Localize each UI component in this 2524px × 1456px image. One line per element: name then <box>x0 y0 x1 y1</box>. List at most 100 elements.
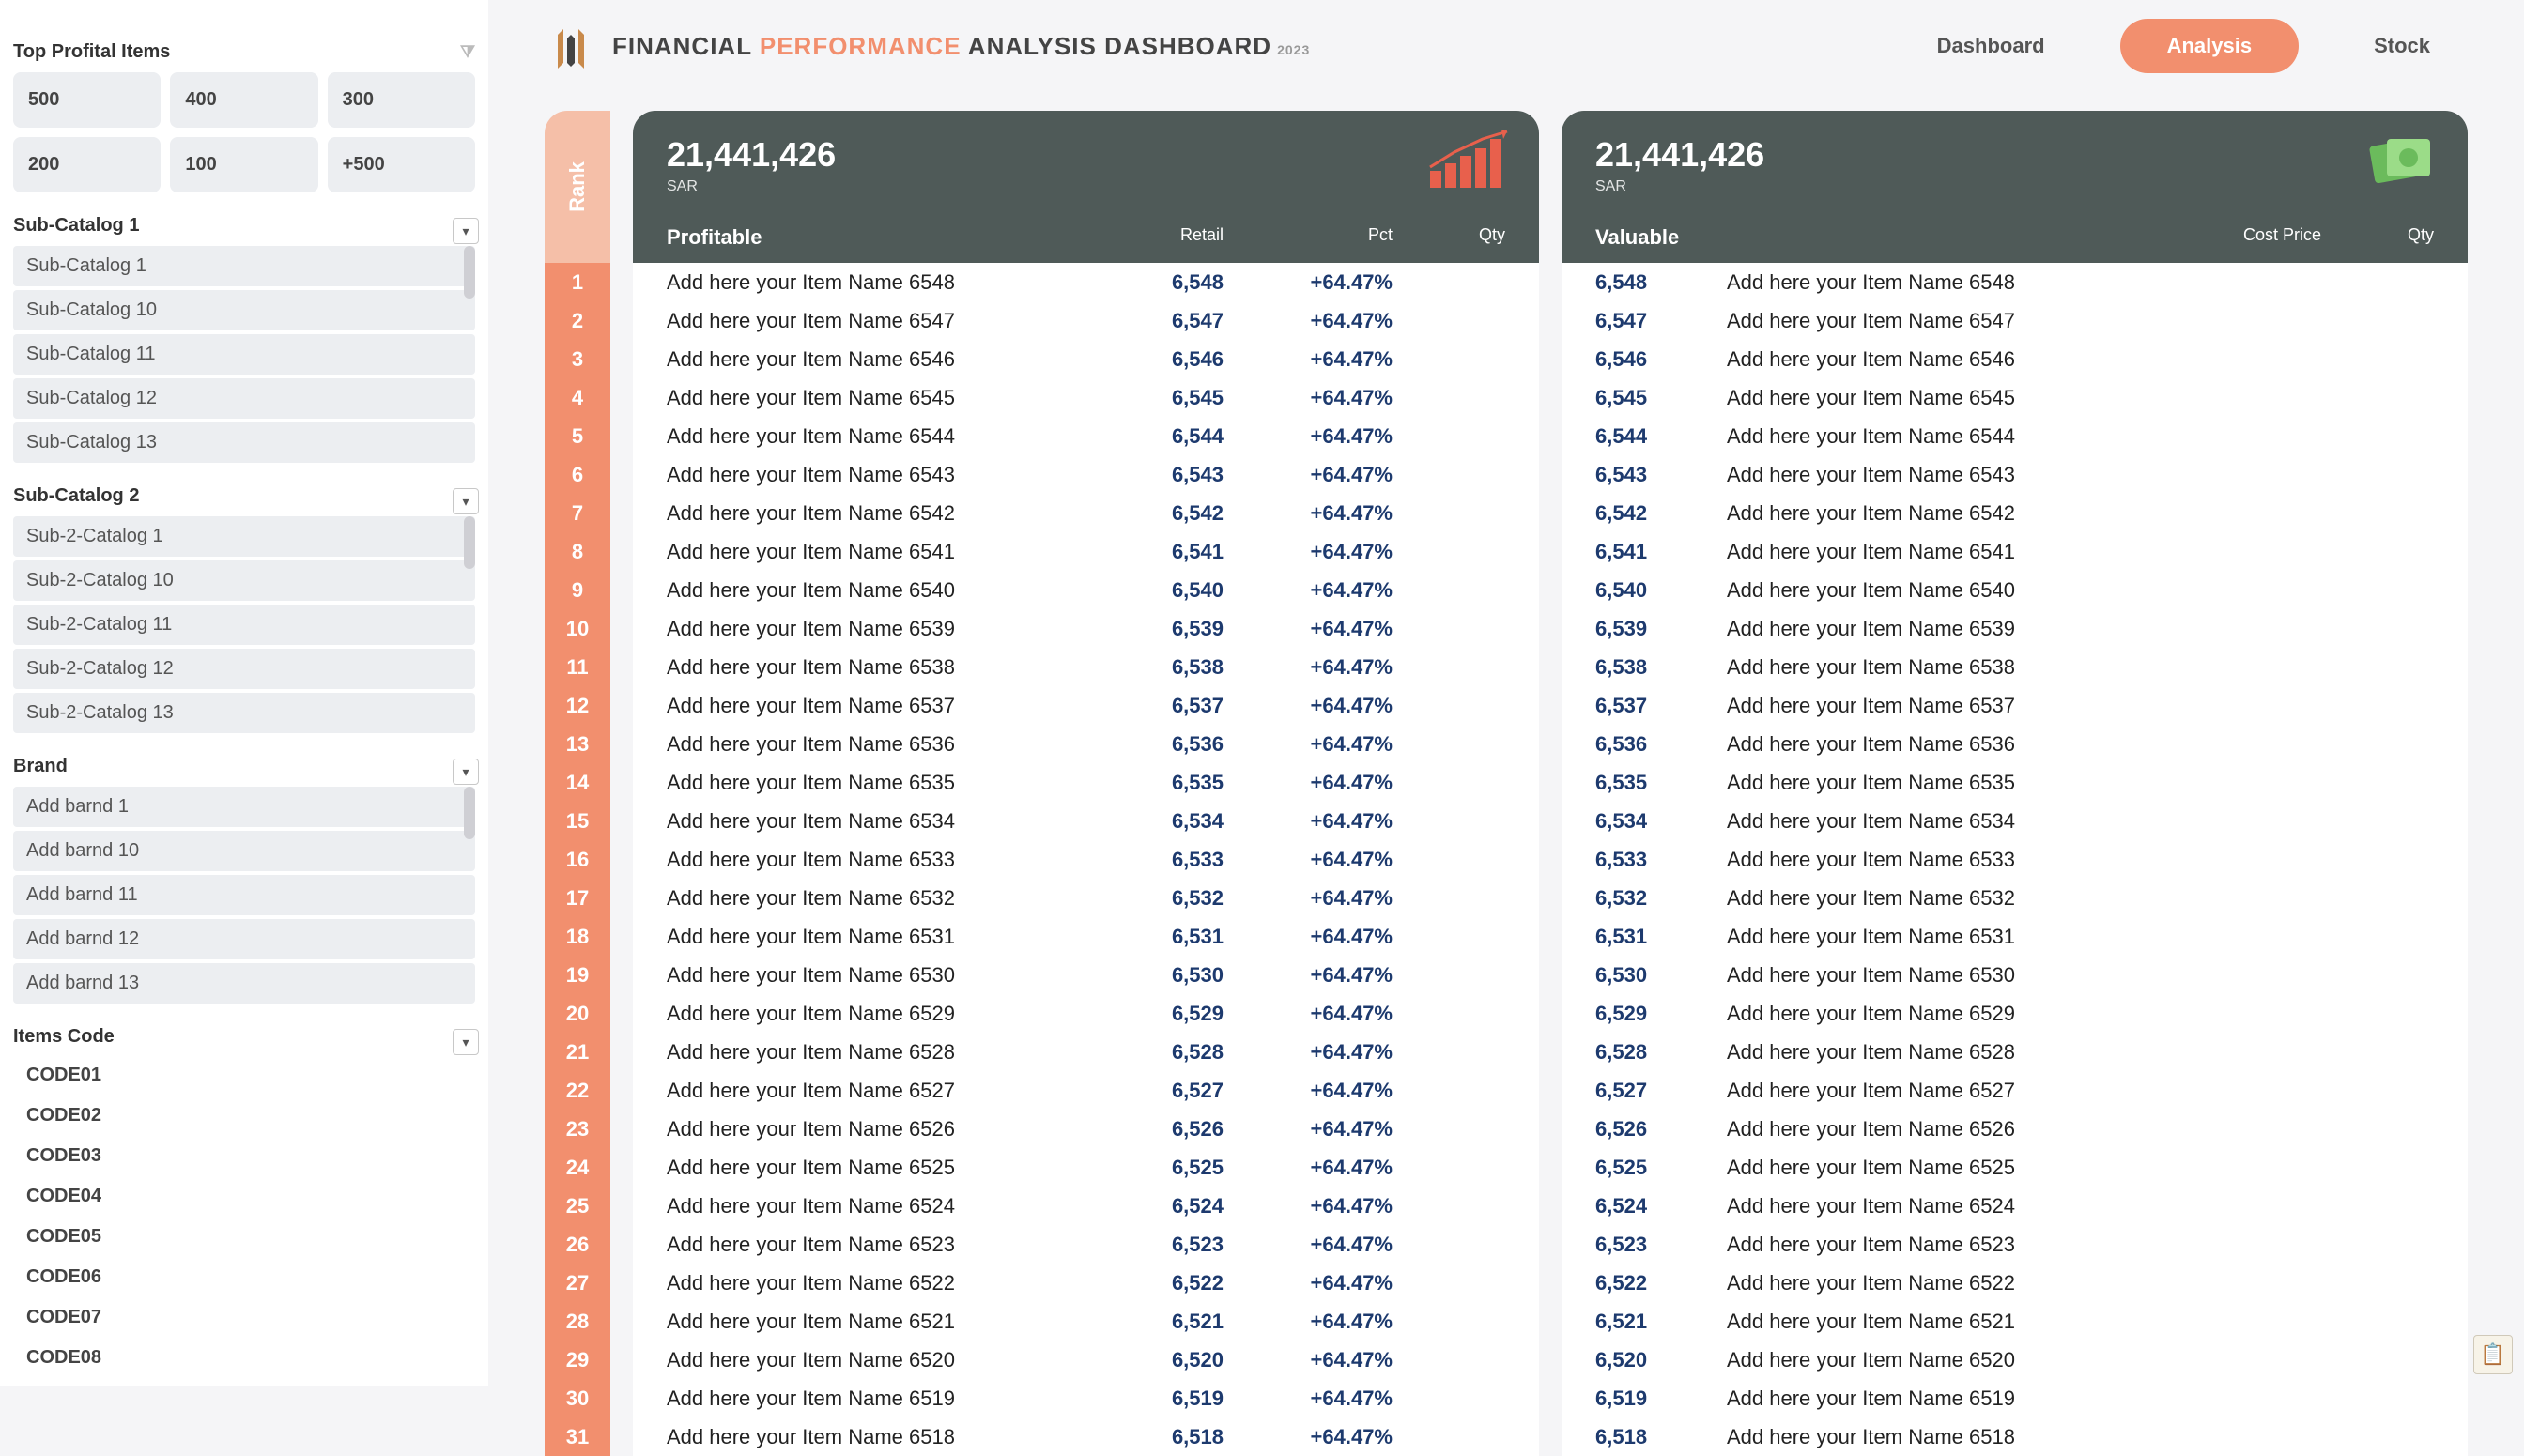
table-row[interactable]: Add here your Item Name 65446,544+64.47% <box>633 417 1539 455</box>
table-row[interactable]: Add here your Item Name 65476,547+64.47% <box>633 301 1539 340</box>
table-row[interactable]: 6,523Add here your Item Name 6523 <box>1562 1225 2468 1264</box>
sidebar-item[interactable]: Sub-Catalog 10 <box>13 290 475 330</box>
sidebar-item[interactable]: Sub-Catalog 13 <box>13 422 475 463</box>
sidebar-item[interactable]: Sub-Catalog 1 <box>13 246 475 286</box>
sidebar-item[interactable]: Add barnd 1 <box>13 787 475 827</box>
scrollbar-thumb[interactable] <box>464 516 475 569</box>
scrollbar-thumb[interactable] <box>464 787 475 839</box>
table-row[interactable]: Add here your Item Name 65236,523+64.47% <box>633 1225 1539 1264</box>
table-row[interactable]: Add here your Item Name 65416,541+64.47% <box>633 532 1539 571</box>
table-row[interactable]: 6,522Add here your Item Name 6522 <box>1562 1264 2468 1302</box>
table-row[interactable]: 6,542Add here your Item Name 6542 <box>1562 494 2468 532</box>
table-row[interactable]: Add here your Item Name 65316,531+64.47% <box>633 917 1539 956</box>
sidebar-item[interactable]: CODE07 <box>13 1299 475 1336</box>
table-row[interactable]: 6,520Add here your Item Name 6520 <box>1562 1341 2468 1379</box>
sidebar-item[interactable]: Add barnd 11 <box>13 875 475 915</box>
sidebar-item[interactable]: Sub-2-Catalog 13 <box>13 693 475 733</box>
table-row[interactable]: 6,536Add here your Item Name 6536 <box>1562 725 2468 763</box>
table-row[interactable]: 6,519Add here your Item Name 6519 <box>1562 1379 2468 1418</box>
table-row[interactable]: Add here your Item Name 65406,540+64.47% <box>633 571 1539 609</box>
sidebar-item[interactable]: CODE08 <box>13 1340 475 1376</box>
table-row[interactable]: 6,544Add here your Item Name 6544 <box>1562 417 2468 455</box>
table-row[interactable]: Add here your Item Name 65226,522+64.47% <box>633 1264 1539 1302</box>
sidebar-item[interactable]: CODE05 <box>13 1218 475 1255</box>
table-row[interactable]: 6,534Add here your Item Name 6534 <box>1562 802 2468 840</box>
table-row[interactable]: Add here your Item Name 65466,546+64.47% <box>633 340 1539 378</box>
scrollbar-thumb[interactable] <box>464 246 475 299</box>
sidebar-item[interactable]: Sub-2-Catalog 12 <box>13 649 475 689</box>
table-row[interactable]: 6,528Add here your Item Name 6528 <box>1562 1033 2468 1071</box>
filter-icon[interactable]: ⧩ <box>460 42 475 62</box>
table-row[interactable]: Add here your Item Name 65336,533+64.47% <box>633 840 1539 879</box>
table-row[interactable]: 6,540Add here your Item Name 6540 <box>1562 571 2468 609</box>
sidebar-item[interactable]: CODE03 <box>13 1138 475 1174</box>
chevron-down-icon[interactable]: ▾ <box>453 488 479 514</box>
chevron-down-icon[interactable]: ▾ <box>453 218 479 244</box>
profit-button[interactable]: 400 <box>170 72 317 128</box>
table-row[interactable]: Add here your Item Name 65326,532+64.47% <box>633 879 1539 917</box>
sidebar-item[interactable]: Add barnd 10 <box>13 831 475 871</box>
table-row[interactable]: Add here your Item Name 65216,521+64.47% <box>633 1302 1539 1341</box>
nav-stock[interactable]: Stock <box>2374 34 2430 58</box>
chevron-down-icon[interactable]: ▾ <box>453 759 479 785</box>
table-row[interactable]: 6,518Add here your Item Name 6518 <box>1562 1418 2468 1456</box>
table-row[interactable]: 6,527Add here your Item Name 6527 <box>1562 1071 2468 1110</box>
table-row[interactable]: 6,545Add here your Item Name 6545 <box>1562 378 2468 417</box>
sidebar-item[interactable]: Sub-2-Catalog 11 <box>13 605 475 645</box>
clipboard-icon[interactable]: 📋 <box>2473 1335 2513 1374</box>
table-row[interactable]: 6,548Add here your Item Name 6548 <box>1562 263 2468 301</box>
table-row[interactable]: Add here your Item Name 65346,534+64.47% <box>633 802 1539 840</box>
table-row[interactable]: 6,526Add here your Item Name 6526 <box>1562 1110 2468 1148</box>
table-row[interactable]: Add here your Item Name 65186,518+64.47% <box>633 1418 1539 1456</box>
profit-button[interactable]: 500 <box>13 72 161 128</box>
table-row[interactable]: 6,524Add here your Item Name 6524 <box>1562 1187 2468 1225</box>
sidebar-item[interactable]: CODE09 <box>13 1380 475 1386</box>
table-row[interactable]: Add here your Item Name 65206,520+64.47% <box>633 1341 1539 1379</box>
table-row[interactable]: Add here your Item Name 65486,548+64.47% <box>633 263 1539 301</box>
table-row[interactable]: 6,543Add here your Item Name 6543 <box>1562 455 2468 494</box>
table-row[interactable]: Add here your Item Name 65306,530+64.47% <box>633 956 1539 994</box>
table-row[interactable]: Add here your Item Name 65256,525+64.47% <box>633 1148 1539 1187</box>
sidebar-item[interactable]: Add barnd 13 <box>13 963 475 1004</box>
sidebar-item[interactable]: CODE02 <box>13 1097 475 1134</box>
table-row[interactable]: 6,531Add here your Item Name 6531 <box>1562 917 2468 956</box>
table-row[interactable]: 6,530Add here your Item Name 6530 <box>1562 956 2468 994</box>
sidebar-item[interactable]: Sub-Catalog 11 <box>13 334 475 375</box>
sidebar-item[interactable]: CODE01 <box>13 1057 475 1094</box>
table-row[interactable]: 6,541Add here your Item Name 6541 <box>1562 532 2468 571</box>
nav-analysis[interactable]: Analysis <box>2120 19 2300 73</box>
table-row[interactable]: 6,521Add here your Item Name 6521 <box>1562 1302 2468 1341</box>
table-row[interactable]: 6,535Add here your Item Name 6535 <box>1562 763 2468 802</box>
profit-button[interactable]: 300 <box>328 72 475 128</box>
table-row[interactable]: Add here your Item Name 65376,537+64.47% <box>633 686 1539 725</box>
profit-button[interactable]: +500 <box>328 137 475 192</box>
table-row[interactable]: 6,546Add here your Item Name 6546 <box>1562 340 2468 378</box>
table-row[interactable]: Add here your Item Name 65436,543+64.47% <box>633 455 1539 494</box>
table-row[interactable]: Add here your Item Name 65296,529+64.47% <box>633 994 1539 1033</box>
table-row[interactable]: 6,533Add here your Item Name 6533 <box>1562 840 2468 879</box>
table-row[interactable]: Add here your Item Name 65266,526+64.47% <box>633 1110 1539 1148</box>
chevron-down-icon[interactable]: ▾ <box>453 1029 479 1055</box>
table-row[interactable]: 6,547Add here your Item Name 6547 <box>1562 301 2468 340</box>
table-row[interactable]: Add here your Item Name 65196,519+64.47% <box>633 1379 1539 1418</box>
profit-button[interactable]: 100 <box>170 137 317 192</box>
sidebar-item[interactable]: Add barnd 12 <box>13 919 475 959</box>
table-row[interactable]: Add here your Item Name 65356,535+64.47% <box>633 763 1539 802</box>
table-row[interactable]: Add here your Item Name 65456,545+64.47% <box>633 378 1539 417</box>
sidebar-item[interactable]: Sub-2-Catalog 1 <box>13 516 475 557</box>
profit-button[interactable]: 200 <box>13 137 161 192</box>
table-row[interactable]: 6,525Add here your Item Name 6525 <box>1562 1148 2468 1187</box>
table-row[interactable]: Add here your Item Name 65286,528+64.47% <box>633 1033 1539 1071</box>
table-row[interactable]: 6,529Add here your Item Name 6529 <box>1562 994 2468 1033</box>
table-row[interactable]: Add here your Item Name 65426,542+64.47% <box>633 494 1539 532</box>
table-row[interactable]: Add here your Item Name 65276,527+64.47% <box>633 1071 1539 1110</box>
sidebar-item[interactable]: CODE04 <box>13 1178 475 1215</box>
sidebar-item[interactable]: CODE06 <box>13 1259 475 1295</box>
sidebar-item[interactable]: Sub-Catalog 12 <box>13 378 475 419</box>
table-row[interactable]: Add here your Item Name 65366,536+64.47% <box>633 725 1539 763</box>
table-row[interactable]: Add here your Item Name 65386,538+64.47% <box>633 648 1539 686</box>
sidebar-item[interactable]: Sub-2-Catalog 10 <box>13 560 475 601</box>
nav-dashboard[interactable]: Dashboard <box>1937 34 2045 58</box>
table-row[interactable]: 6,537Add here your Item Name 6537 <box>1562 686 2468 725</box>
table-row[interactable]: 6,539Add here your Item Name 6539 <box>1562 609 2468 648</box>
